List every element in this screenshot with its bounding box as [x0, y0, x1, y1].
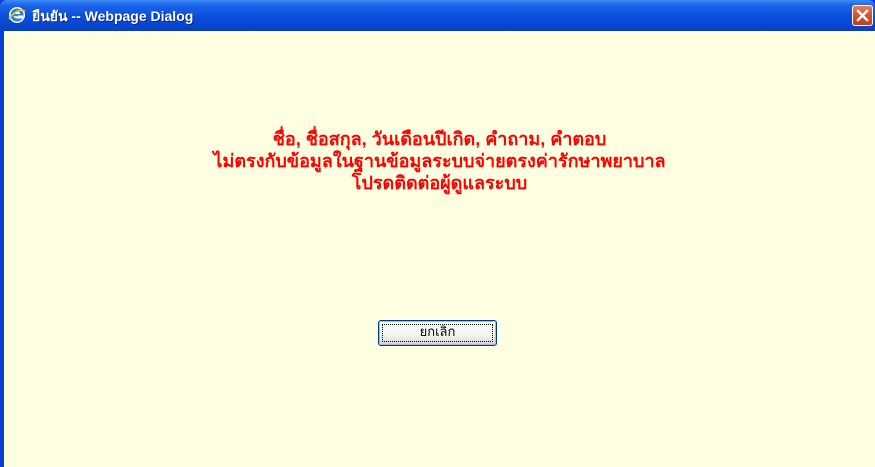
message-line-1: ชื่อ, ชื่อสกุล, วันเดือนปีเกิด, คำถาม, ค… — [272, 129, 607, 149]
message-line-3: โปรดติดต่อผู้ดูแลระบบ — [351, 173, 528, 193]
cancel-button[interactable]: ยกเลิก — [378, 320, 497, 346]
window-title: ยืนยัน -- Webpage Dialog — [32, 8, 194, 24]
dialog-window: ยืนยัน -- Webpage Dialog ชื่อ, ชื่อสกุล,… — [0, 0, 875, 467]
message-line-2: ไม่ตรงกับข้อมูลในฐานข้อมูลระบบจ่ายตรงค่า… — [213, 151, 666, 171]
cancel-button-label: ยกเลิก — [419, 325, 456, 340]
error-message: ชื่อ, ชื่อสกุล, วันเดือนปีเกิด, คำถาม, ค… — [4, 128, 875, 194]
title-bar[interactable]: ยืนยัน -- Webpage Dialog — [0, 0, 875, 31]
ie-icon — [8, 6, 26, 24]
close-icon — [856, 9, 869, 22]
close-button[interactable] — [852, 5, 873, 26]
dialog-body: ชื่อ, ชื่อสกุล, วันเดือนปีเกิด, คำถาม, ค… — [4, 31, 875, 467]
